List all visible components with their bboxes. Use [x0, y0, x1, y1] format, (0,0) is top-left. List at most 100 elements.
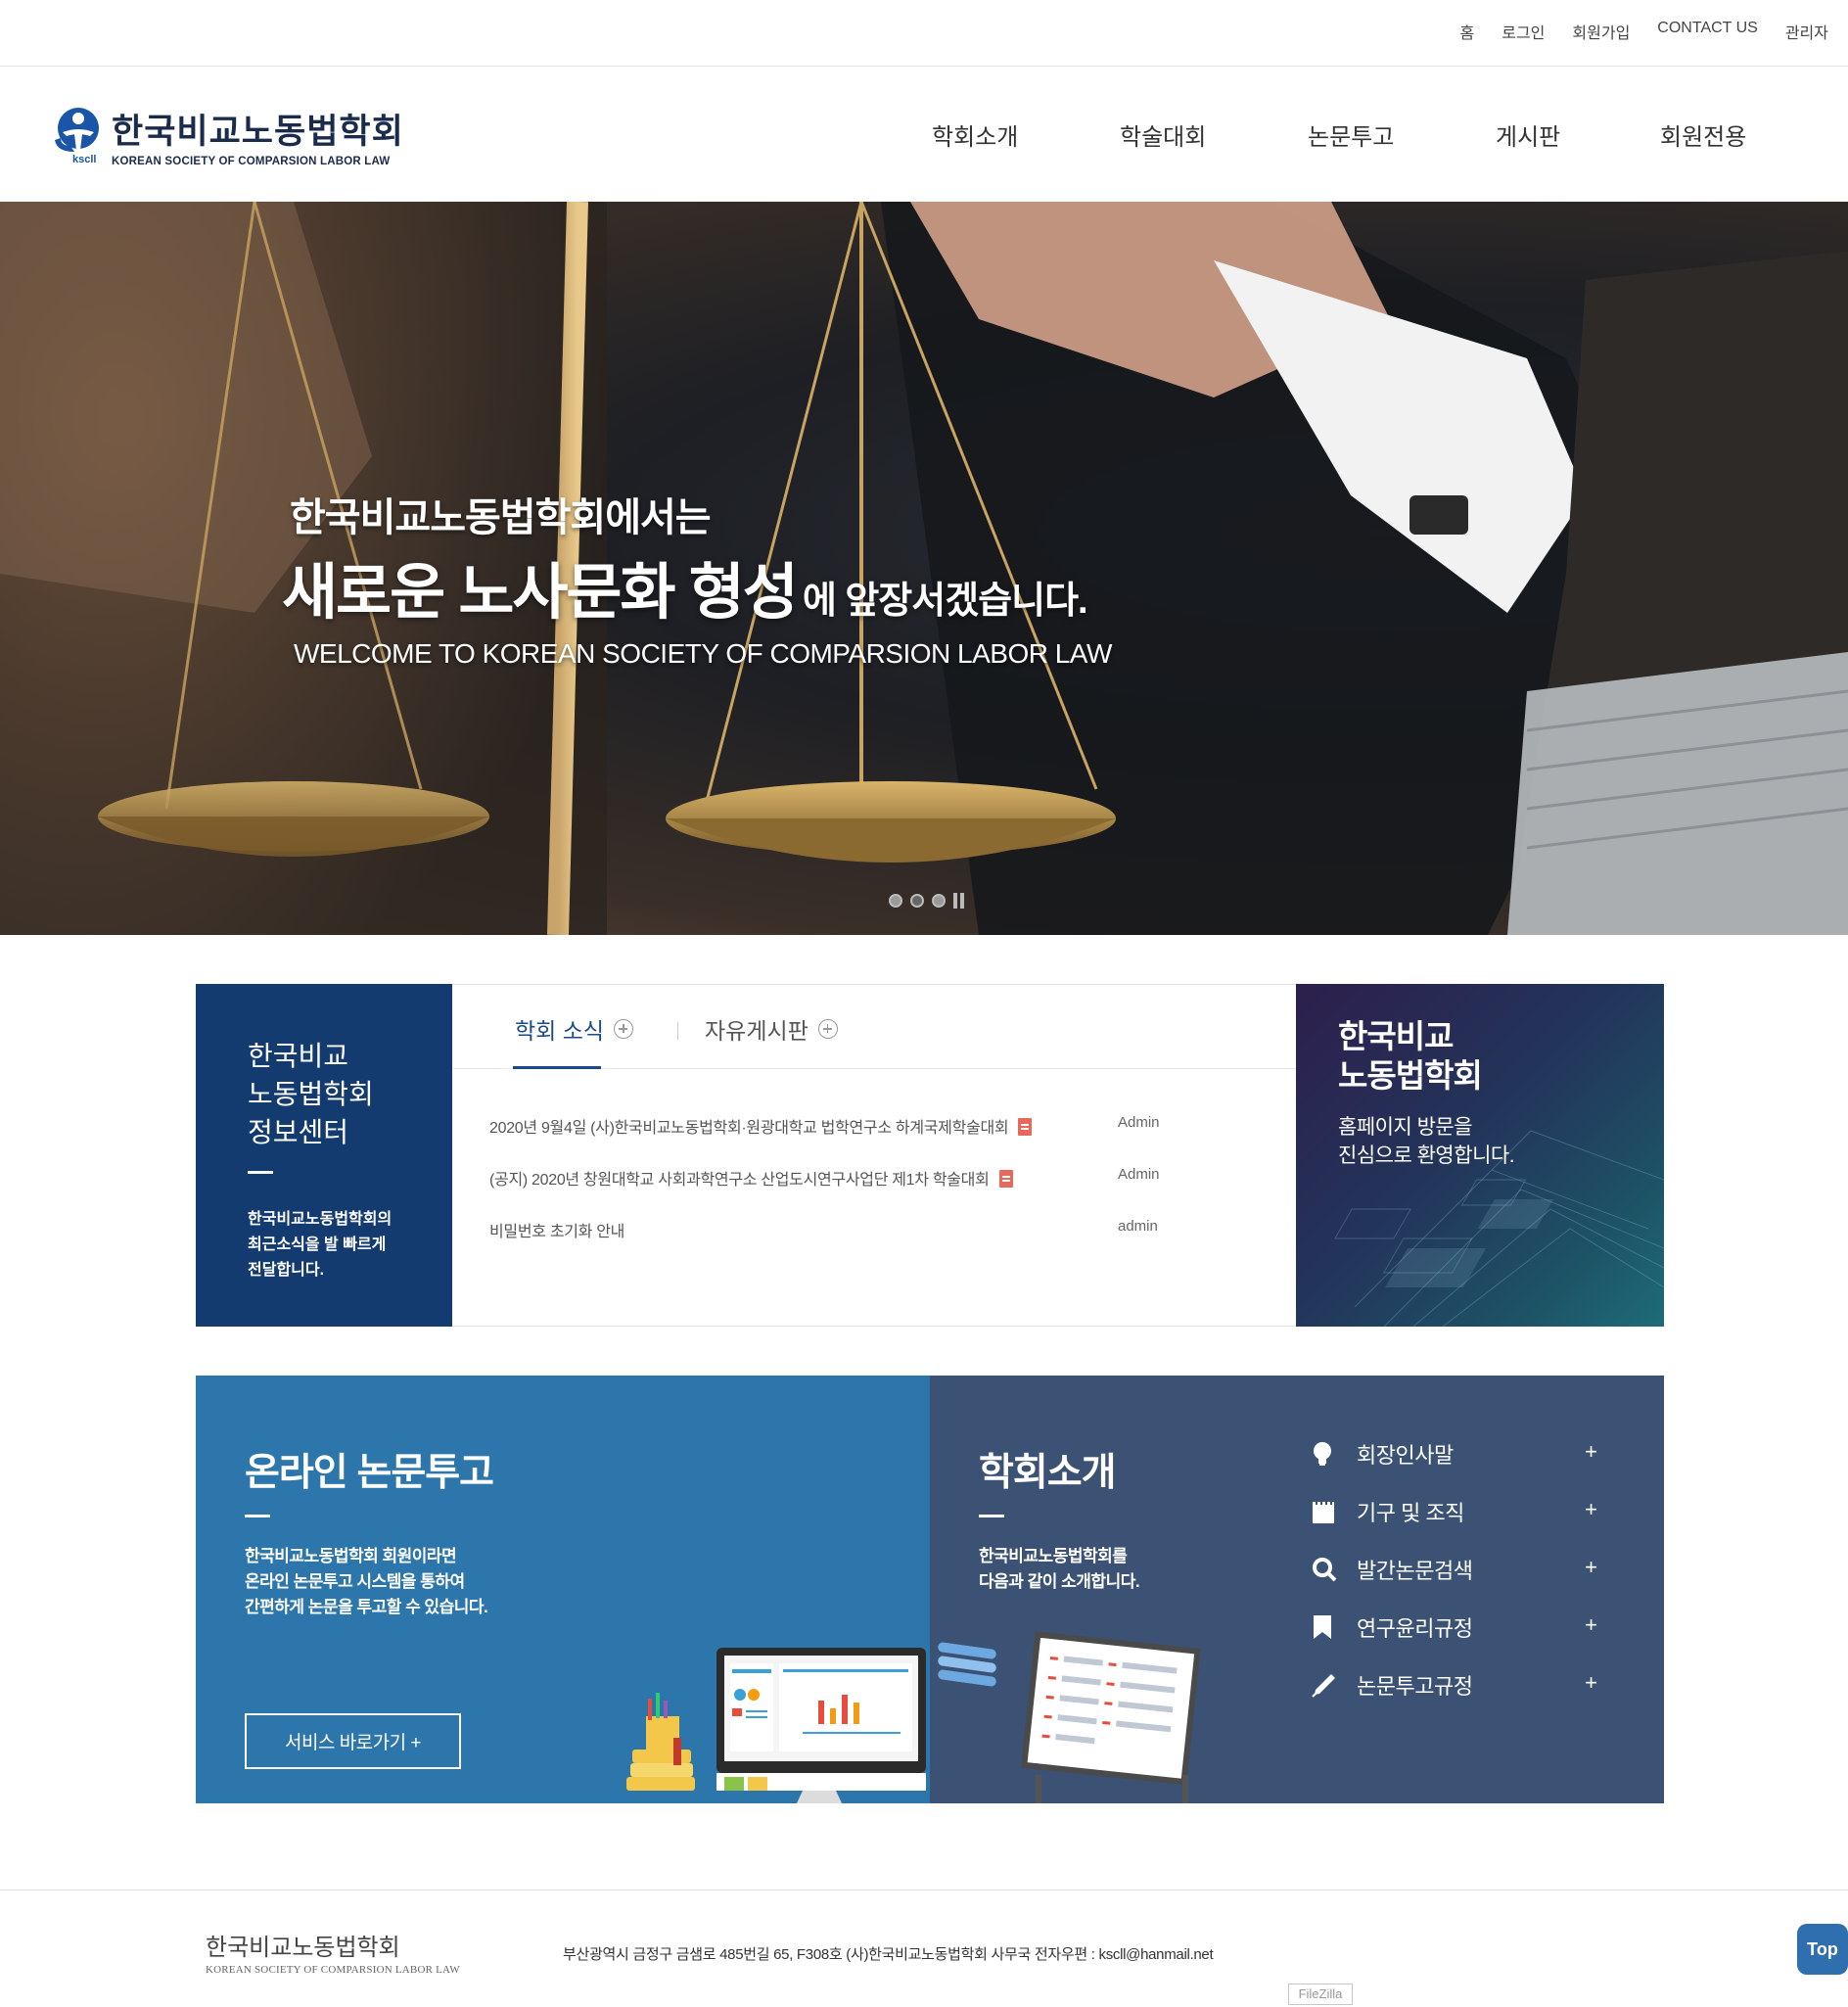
menu-item-organization[interactable]: 기구 및 조직 +: [1312, 1482, 1615, 1540]
plus-icon[interactable]: +: [1585, 1612, 1597, 1638]
logo-title: 한국비교노동법학회: [112, 113, 404, 151]
search-icon: [1312, 1555, 1347, 1584]
site-logo[interactable]: kscll 한국비교노동법학회 KOREAN SOCIETY OF COMPAR…: [51, 104, 404, 167]
post-author: Admin: [1118, 1166, 1160, 1183]
plus-icon[interactable]: +: [1585, 1555, 1597, 1580]
divider: [245, 1515, 270, 1517]
nav-about[interactable]: 학회소개: [932, 117, 1120, 152]
menu-item-label: 발간논문검색: [1357, 1558, 1473, 1583]
slide-dot-3[interactable]: [932, 894, 946, 908]
utility-bar: 홈 로그인 회원가입 CONTACT US 관리자: [0, 0, 1848, 67]
plus-icon[interactable]: +: [1585, 1670, 1597, 1696]
about-title: 학회소개: [979, 1452, 1117, 1494]
online-submission-panel: 온라인 논문투고 한국비교노동법학회 회원이라면 온라인 논문투고 시스템을 통…: [196, 1376, 930, 1803]
footer-logo[interactable]: 한국비교노동법학회 KOREAN SOCIETY OF COMPARSION L…: [206, 1928, 460, 1976]
post-title-text: 2020년 9월4일 (사)한국비교노동법학회·원광대학교 법학연구소 하계국제…: [489, 1120, 1009, 1137]
post-title-text: (공지) 2020년 창원대학교 사회과학연구소 산업도시연구사업단 제1차 학…: [489, 1172, 990, 1189]
welcome-desc-line: 홈페이지 방문을: [1338, 1116, 1473, 1139]
nav-submission[interactable]: 논문투고: [1308, 117, 1496, 152]
menu-item-submission-rules[interactable]: 논문투고규정 +: [1312, 1656, 1615, 1713]
footer-address: 부산광역시 금정구 금샘로 485번길 65, F308호 (사)한국비교노동법…: [563, 1946, 1214, 1963]
divider: [979, 1515, 1004, 1517]
contact-us-link[interactable]: CONTACT US: [1657, 20, 1758, 43]
tab-society-news[interactable]: 학회 소식: [515, 1012, 634, 1046]
footer-logo-title: 한국비교노동법학회: [206, 1936, 400, 1961]
about-desc-line: 다음과 같이 소개합니다.: [979, 1572, 1140, 1591]
divider: [248, 1171, 273, 1174]
plus-icon[interactable]: +: [1585, 1439, 1597, 1465]
info-center-title-line: 노동법학회: [248, 1079, 374, 1109]
post-item[interactable]: 비밀번호 초기화 안내 admin: [489, 1218, 1272, 1270]
post-title[interactable]: (공지) 2020년 창원대학교 사회과학연구소 산업도시연구사업단 제1차 학…: [489, 1166, 1013, 1190]
utility-links: 홈 로그인 회원가입 CONTACT US 관리자: [1460, 20, 1829, 43]
slider-pagination: [889, 893, 965, 909]
nav-conference[interactable]: 학술대회: [1120, 117, 1308, 152]
online-submission-desc-line: 한국비교노동법학회 회원이라면: [245, 1547, 457, 1565]
footer-logo-subtitle: KOREAN SOCIETY OF COMPARSION LABOR LAW: [206, 1964, 460, 1976]
welcome-title: 한국비교 노동법학회: [1338, 1017, 1664, 1096]
menu-item-paper-search[interactable]: 발간논문검색 +: [1312, 1540, 1615, 1598]
hero-heading-line1: 한국비교노동법학회에서는: [290, 496, 712, 539]
admin-link[interactable]: 관리자: [1785, 20, 1828, 43]
hero-heading-line2: 새로운 노사문화 형성 에 앞장서겠습니다.: [282, 542, 1088, 630]
post-item[interactable]: (공지) 2020년 창원대학교 사회과학연구소 산업도시연구사업단 제1차 학…: [489, 1166, 1272, 1218]
slide-dot-1[interactable]: [889, 894, 902, 908]
menu-item-label: 연구윤리규정: [1357, 1615, 1473, 1641]
plus-circle-icon[interactable]: [817, 1019, 838, 1039]
online-submission-desc-line: 온라인 논문투고 시스템을 통하여: [245, 1572, 465, 1591]
scroll-top-button[interactable]: Top: [1797, 1924, 1848, 1975]
nav-board[interactable]: 게시판: [1496, 117, 1660, 152]
signup-link[interactable]: 회원가입: [1572, 20, 1630, 43]
info-section: 한국비교 노동법학회 정보센터 한국비교노동법학회의 최근소식을 발 빠르게 전…: [196, 984, 1664, 1327]
menu-item-label: 기구 및 조직: [1357, 1500, 1464, 1525]
info-center-box: 한국비교 노동법학회 정보센터 한국비교노동법학회의 최근소식을 발 빠르게 전…: [196, 984, 452, 1327]
info-center-title-line: 정보센터: [248, 1117, 349, 1147]
login-link[interactable]: 로그인: [1502, 20, 1545, 43]
online-submission-desc-line: 간편하게 논문을 투고할 수 있습니다.: [245, 1598, 488, 1616]
home-link[interactable]: 홈: [1460, 20, 1475, 43]
welcome-title-line: 한국비교: [1338, 1018, 1454, 1054]
hero-heading-tail: 에 앞장서겠습니다.: [802, 581, 1088, 622]
feature-panels: 온라인 논문투고 한국비교노동법학회 회원이라면 온라인 논문투고 시스템을 통…: [196, 1376, 1664, 1803]
online-submission-title: 온라인 논문투고: [245, 1452, 494, 1494]
logo-text: 한국비교노동법학회 KOREAN SOCIETY OF COMPARSION L…: [112, 104, 404, 167]
site-footer: 한국비교노동법학회 KOREAN SOCIETY OF COMPARSION L…: [0, 1890, 1848, 2007]
service-shortcut-button[interactable]: 서비스 바로가기 +: [245, 1713, 461, 1769]
welcome-desc: 홈페이지 방문을 진심으로 환영합니다.: [1338, 1113, 1664, 1170]
hero-banner: 한국비교노동법학회에서는 새로운 노사문화 형성 에 앞장서겠습니다. WELCO…: [0, 202, 1848, 935]
logo-subtitle: KOREAN SOCIETY OF COMPARSION LABOR LAW: [112, 156, 391, 167]
pause-icon[interactable]: [953, 893, 965, 909]
logo-mark-text: kscll: [72, 153, 97, 165]
logo-emblem-icon: kscll: [51, 107, 102, 165]
filezilla-overlay-label: FileZilla: [1288, 1984, 1353, 2005]
post-title[interactable]: 2020년 9월4일 (사)한국비교노동법학회·원광대학교 법학연구소 하계국제…: [489, 1114, 1033, 1138]
info-center-title: 한국비교 노동법학회 정보센터: [248, 1037, 452, 1151]
lightbulb-icon: [1312, 1439, 1347, 1469]
welcome-desc-line: 진심으로 환영합니다.: [1338, 1144, 1515, 1167]
pen-icon: [1312, 1670, 1347, 1700]
computer-illustration-icon: [626, 1648, 926, 1803]
post-author: admin: [1118, 1218, 1158, 1235]
plus-icon[interactable]: +: [1585, 1497, 1597, 1522]
info-center-desc-line: 최근소식을 발 빠르게: [248, 1237, 387, 1253]
post-title-text: 비밀번호 초기화 안내: [489, 1224, 625, 1240]
info-center-desc-line: 한국비교노동법학회의: [248, 1211, 393, 1228]
slide-dot-2[interactable]: [910, 894, 924, 908]
notepad-icon: [1312, 1497, 1347, 1526]
menu-item-research-ethics[interactable]: 연구윤리규정 +: [1312, 1598, 1615, 1656]
post-author: Admin: [1118, 1114, 1160, 1131]
online-submission-desc: 한국비교노동법학회 회원이라면 온라인 논문투고 시스템을 통하여 간편하게 논…: [245, 1544, 488, 1620]
attachment-icon: [998, 1170, 1013, 1188]
plus-circle-icon[interactable]: [614, 1019, 634, 1039]
post-title[interactable]: 비밀번호 초기화 안내: [489, 1218, 624, 1241]
site-header: kscll 한국비교노동법학회 KOREAN SOCIETY OF COMPAR…: [0, 67, 1848, 202]
hero-heading-emphasis: 새로운 노사문화 형성: [282, 559, 799, 627]
board-panel: 학회 소식 자유게시판 2020년 9월4일 (사)한국비교노동법학회·원광대학…: [452, 984, 1296, 1327]
nav-members[interactable]: 회원전용: [1660, 117, 1778, 152]
tab-free-board[interactable]: 자유게시판: [705, 1012, 838, 1046]
info-center-title-line: 한국비교: [248, 1041, 349, 1071]
about-desc: 한국비교노동법학회를 다음과 같이 소개합니다.: [979, 1544, 1140, 1595]
menu-item-label: 논문투고규정: [1357, 1673, 1473, 1699]
menu-item-president-greeting[interactable]: 회장인사말 +: [1312, 1424, 1615, 1482]
post-item[interactable]: 2020년 9월4일 (사)한국비교노동법학회·원광대학교 법학연구소 하계국제…: [489, 1114, 1272, 1166]
